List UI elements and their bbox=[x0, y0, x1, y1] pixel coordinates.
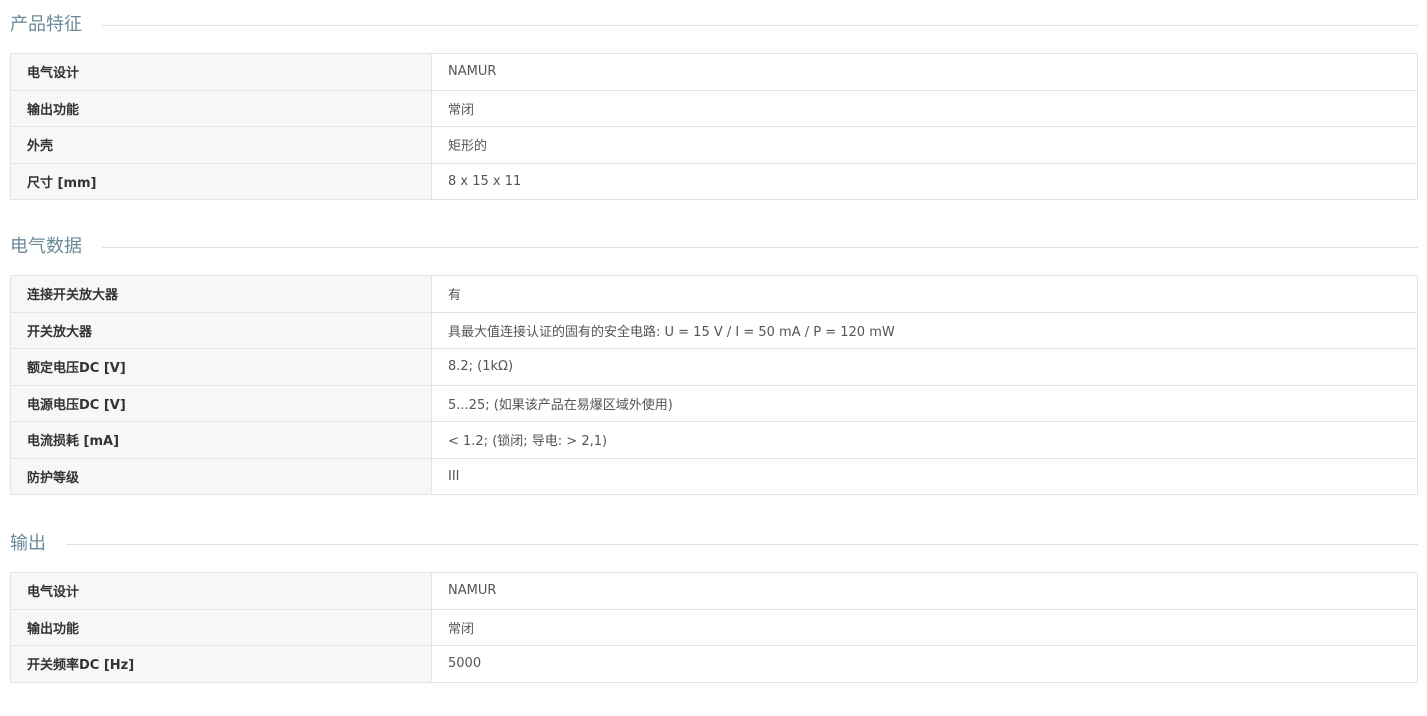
row-label: 尺寸 [mm] bbox=[11, 163, 432, 199]
row-value: III bbox=[432, 458, 1417, 494]
table-row: 开关频率DC [Hz] 5000 bbox=[11, 646, 1417, 683]
row-value: 8.2; (1kΩ) bbox=[432, 349, 1417, 385]
row-label: 外壳 bbox=[11, 127, 432, 163]
table-row: 电气设计 NAMUR bbox=[11, 573, 1417, 610]
row-value: 常闭 bbox=[432, 90, 1417, 126]
table-row: 输出功能 常闭 bbox=[11, 609, 1417, 646]
row-label: 电气设计 bbox=[11, 54, 432, 90]
table-row: 尺寸 [mm] 8 x 15 x 11 bbox=[11, 163, 1417, 200]
table-row: 额定电压DC [V] 8.2; (1kΩ) bbox=[11, 349, 1417, 386]
section-electrical-data: 电气数据 连接开关放大器 有 开关放大器 具最大值连接认证的固有的安全电路: U… bbox=[10, 222, 1418, 495]
row-value: < 1.2; (锁闭; 导电: > 2,1) bbox=[432, 422, 1417, 458]
row-label: 连接开关放大器 bbox=[11, 276, 432, 312]
section-divider bbox=[102, 246, 1418, 248]
spec-table: 电气设计 NAMUR 输出功能 常闭 外壳 矩形的 尺寸 [mm] 8 x 15… bbox=[10, 53, 1418, 200]
spec-table: 电气设计 NAMUR 输出功能 常闭 开关频率DC [Hz] 5000 bbox=[10, 572, 1418, 683]
row-value: 具最大值连接认证的固有的安全电路: U = 15 V / I = 50 mA /… bbox=[432, 312, 1417, 348]
row-label: 电源电压DC [V] bbox=[11, 385, 432, 421]
section-product-features: 产品特征 电气设计 NAMUR 输出功能 常闭 外壳 矩形的 尺寸 [mm] 8… bbox=[10, 0, 1418, 200]
section-title: 输出 bbox=[10, 533, 46, 554]
table-row: 输出功能 常闭 bbox=[11, 90, 1417, 127]
table-row: 外壳 矩形的 bbox=[11, 127, 1417, 164]
section-divider bbox=[102, 24, 1418, 26]
section-header: 电气数据 bbox=[10, 222, 1418, 272]
row-label: 电气设计 bbox=[11, 573, 432, 609]
row-label: 输出功能 bbox=[11, 609, 432, 645]
row-value: 5...25; (如果该产品在易爆区域外使用) bbox=[432, 385, 1417, 421]
table-row: 电源电压DC [V] 5...25; (如果该产品在易爆区域外使用) bbox=[11, 385, 1417, 422]
row-label: 开关放大器 bbox=[11, 312, 432, 348]
section-title: 产品特征 bbox=[10, 14, 82, 35]
table-row: 防护等级 III bbox=[11, 458, 1417, 495]
table-row: 连接开关放大器 有 bbox=[11, 276, 1417, 313]
row-label: 额定电压DC [V] bbox=[11, 349, 432, 385]
row-value: 矩形的 bbox=[432, 127, 1417, 163]
section-header: 输出 bbox=[10, 519, 1418, 569]
row-label: 防护等级 bbox=[11, 458, 432, 494]
row-value: 8 x 15 x 11 bbox=[432, 163, 1417, 199]
row-label: 输出功能 bbox=[11, 90, 432, 126]
row-label: 电流损耗 [mA] bbox=[11, 422, 432, 458]
section-header: 产品特征 bbox=[10, 0, 1418, 50]
row-value: NAMUR bbox=[432, 573, 1417, 609]
spec-table: 连接开关放大器 有 开关放大器 具最大值连接认证的固有的安全电路: U = 15… bbox=[10, 275, 1418, 495]
section-title: 电气数据 bbox=[10, 236, 82, 257]
section-divider bbox=[66, 543, 1418, 545]
table-row: 电气设计 NAMUR bbox=[11, 54, 1417, 91]
row-value: 常闭 bbox=[432, 609, 1417, 645]
section-output: 输出 电气设计 NAMUR 输出功能 常闭 开关频率DC [Hz] 5000 bbox=[10, 519, 1418, 683]
row-value: NAMUR bbox=[432, 54, 1417, 90]
row-value: 有 bbox=[432, 276, 1417, 312]
table-row: 开关放大器 具最大值连接认证的固有的安全电路: U = 15 V / I = 5… bbox=[11, 312, 1417, 349]
row-value: 5000 bbox=[432, 646, 1417, 682]
row-label: 开关频率DC [Hz] bbox=[11, 646, 432, 682]
table-row: 电流损耗 [mA] < 1.2; (锁闭; 导电: > 2,1) bbox=[11, 422, 1417, 459]
